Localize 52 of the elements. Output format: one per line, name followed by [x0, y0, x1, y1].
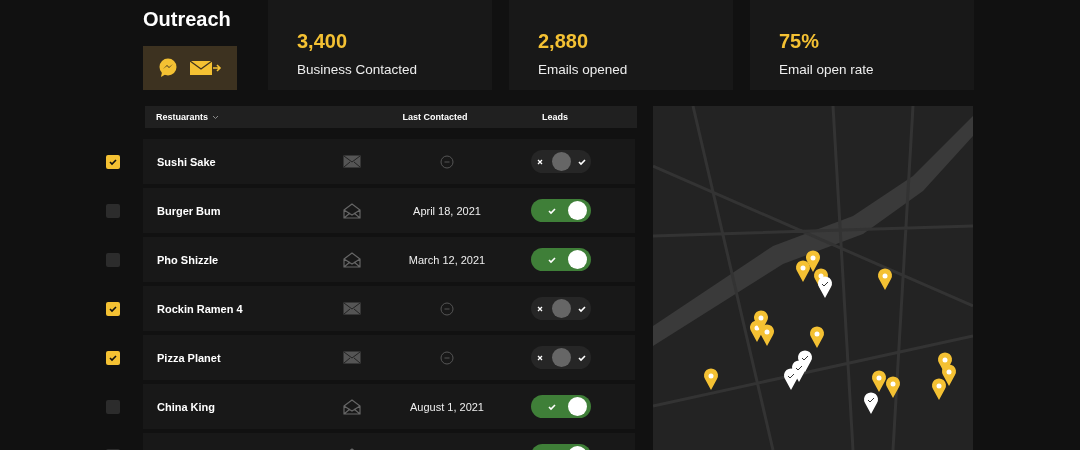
- restaurant-name: Sushi Sake: [156, 155, 217, 168]
- stat-label: Business Contacted: [297, 62, 419, 77]
- table-row[interactable]: China King August 1, 2021: [143, 384, 635, 429]
- row-checkbox[interactable]: [106, 252, 120, 267]
- check-icon: [546, 401, 557, 412]
- last-contacted-date: April 18, 2021: [413, 204, 481, 217]
- column-header: Last Contacted: [401, 112, 469, 122]
- stat-value: 75%: [779, 30, 821, 53]
- send-email-icon[interactable]: [190, 60, 222, 76]
- check-icon: [108, 156, 118, 167]
- table-row[interactable]: Pho Shizzle March 12, 2021: [143, 237, 635, 282]
- chevron-down-icon: [212, 114, 220, 120]
- lead-toggle[interactable]: [531, 297, 591, 320]
- row-checkbox[interactable]: [106, 399, 120, 414]
- restaurant-name: Pizza Planet: [156, 351, 222, 364]
- restaurant-name: Burger Bum: [156, 204, 222, 217]
- restaurant-name: Rockin Ramen 4: [156, 302, 244, 315]
- lead-toggle[interactable]: [531, 150, 591, 173]
- check-icon: [546, 254, 557, 265]
- check-icon: [577, 303, 587, 314]
- page-title: Outreach: [143, 8, 232, 31]
- check-icon: [108, 352, 118, 363]
- stat-label: Emails opened: [538, 62, 629, 77]
- column-header: Leads: [541, 112, 569, 122]
- last-contacted-date: August 1, 2021: [410, 400, 484, 413]
- minus-circle-icon: [440, 154, 454, 169]
- check-icon: [108, 303, 118, 314]
- lead-toggle[interactable]: [531, 248, 591, 271]
- last-contacted-date: March 12, 2021: [408, 253, 486, 266]
- lead-toggle[interactable]: [531, 346, 591, 369]
- row-checkbox[interactable]: [106, 154, 120, 169]
- restaurant-name: Pho Shizzle: [156, 253, 220, 266]
- table-row[interactable]: Rockin Ramen 4: [143, 286, 635, 331]
- minus-circle-icon: [440, 301, 454, 316]
- stat-label: Email open rate: [779, 62, 875, 77]
- table-row[interactable]: Burger Bum April 18, 2021: [143, 188, 635, 233]
- row-checkbox[interactable]: [106, 203, 120, 218]
- lead-toggle[interactable]: [531, 395, 591, 418]
- stat-value: 3,400: [297, 30, 349, 53]
- minus-circle-icon: [440, 350, 454, 365]
- row-checkbox[interactable]: [106, 301, 120, 316]
- row-checkbox[interactable]: [106, 350, 120, 365]
- lead-toggle[interactable]: [531, 199, 591, 222]
- restaurant-name: China King: [156, 400, 217, 413]
- check-icon: [577, 352, 587, 363]
- stat-value: 2,880: [538, 30, 590, 53]
- column-header[interactable]: Restuarants: [145, 112, 365, 122]
- table-row[interactable]: Pizza Planet: [143, 335, 635, 380]
- chat-bubble-icon[interactable]: [158, 58, 178, 78]
- check-icon: [577, 156, 587, 167]
- table-row[interactable]: Sushi Sake: [143, 139, 635, 184]
- check-icon: [546, 205, 557, 216]
